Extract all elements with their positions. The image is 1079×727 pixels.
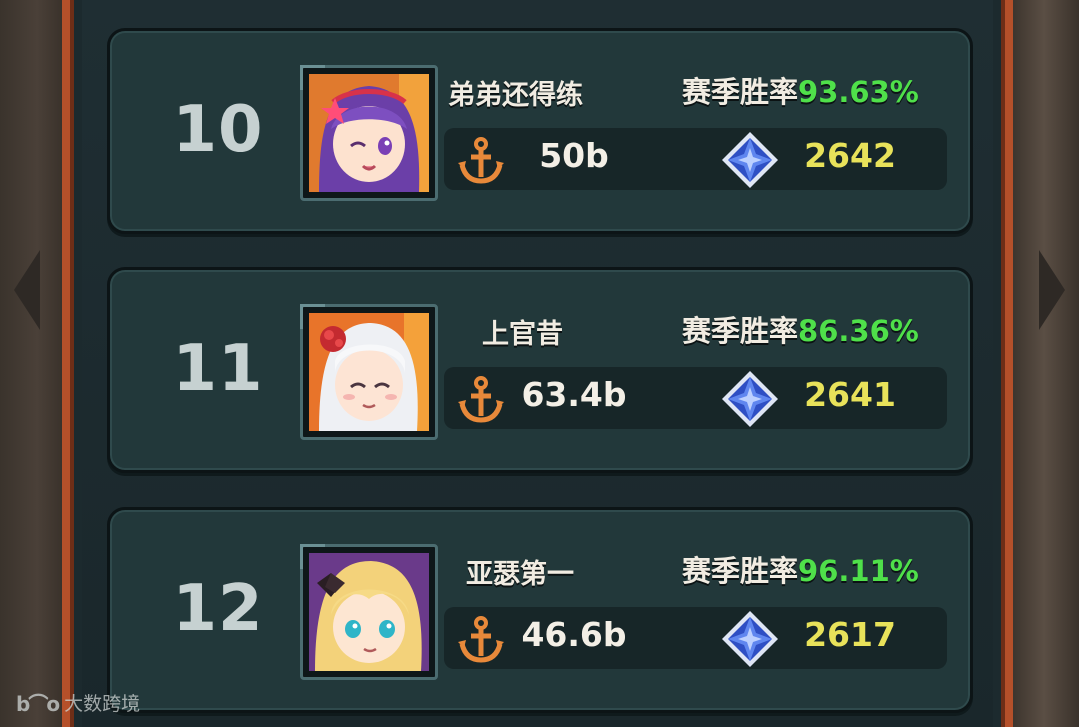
- season-win-rate: 赛季胜率96.11%: [682, 548, 919, 590]
- anchor-icon: [458, 616, 504, 663]
- season-win-rate-value: 93.63%: [798, 75, 919, 109]
- season-win-rate: 赛季胜率86.36%: [682, 308, 919, 350]
- season-win-rate-value: 86.36%: [798, 314, 919, 348]
- season-win-rate-value: 96.11%: [798, 554, 919, 588]
- right-arrow-icon: [1039, 250, 1065, 330]
- season-win-rate-label: 赛季胜率: [682, 75, 799, 109]
- white-hair-avatar-icon: [309, 313, 429, 431]
- watermark-logo-icon: b⌒o: [16, 692, 60, 716]
- leaderboard-row[interactable]: 12 亚瑟第一 赛季胜率96.11% 46.6b 2617: [107, 507, 973, 713]
- stat-bar: 63.4b 2641: [444, 367, 947, 429]
- crystal-icon: [722, 371, 778, 427]
- crystal-icon: [722, 611, 778, 667]
- player-avatar[interactable]: [300, 65, 438, 201]
- rank-number: 12: [172, 572, 264, 646]
- watermark-text: 大数跨境: [64, 693, 141, 715]
- stat-bar: 50b 2642: [444, 128, 947, 190]
- purple-hair-avatar-icon: [309, 74, 429, 192]
- player-name: 上官昔: [482, 319, 563, 350]
- season-win-rate: 赛季胜率93.63%: [682, 69, 919, 111]
- rank-number: 10: [172, 93, 264, 167]
- season-win-rate-label: 赛季胜率: [682, 314, 799, 348]
- rank-number: 11: [172, 332, 264, 406]
- score-value: 2641: [804, 375, 896, 414]
- score-value: 2642: [804, 136, 896, 175]
- blonde-hair-avatar-icon: [309, 553, 429, 671]
- crystal-icon: [722, 132, 778, 188]
- anchor-icon: [458, 137, 504, 184]
- power-value: 50b: [539, 136, 609, 175]
- player-avatar[interactable]: [300, 304, 438, 440]
- score-value: 2617: [804, 615, 896, 654]
- leaderboard-row[interactable]: 11 上官昔 赛季胜率86.36% 63.4b 2641: [107, 267, 973, 473]
- power-value: 63.4b: [521, 375, 627, 414]
- stat-bar: 46.6b 2617: [444, 607, 947, 669]
- season-win-rate-label: 赛季胜率: [682, 554, 799, 588]
- player-name: 弟弟还得练: [448, 80, 583, 111]
- watermark: b⌒o 大数跨境: [16, 688, 140, 717]
- background-left: [0, 0, 62, 727]
- anchor-icon: [458, 376, 504, 423]
- background-right: [1009, 0, 1079, 727]
- power-value: 46.6b: [521, 615, 627, 654]
- player-name: 亚瑟第一: [466, 559, 574, 590]
- player-avatar[interactable]: [300, 544, 438, 680]
- leaderboard-row[interactable]: 10 弟弟还得练 赛季胜率93.63% 50b 2642: [107, 28, 973, 234]
- left-arrow-icon: [14, 250, 40, 330]
